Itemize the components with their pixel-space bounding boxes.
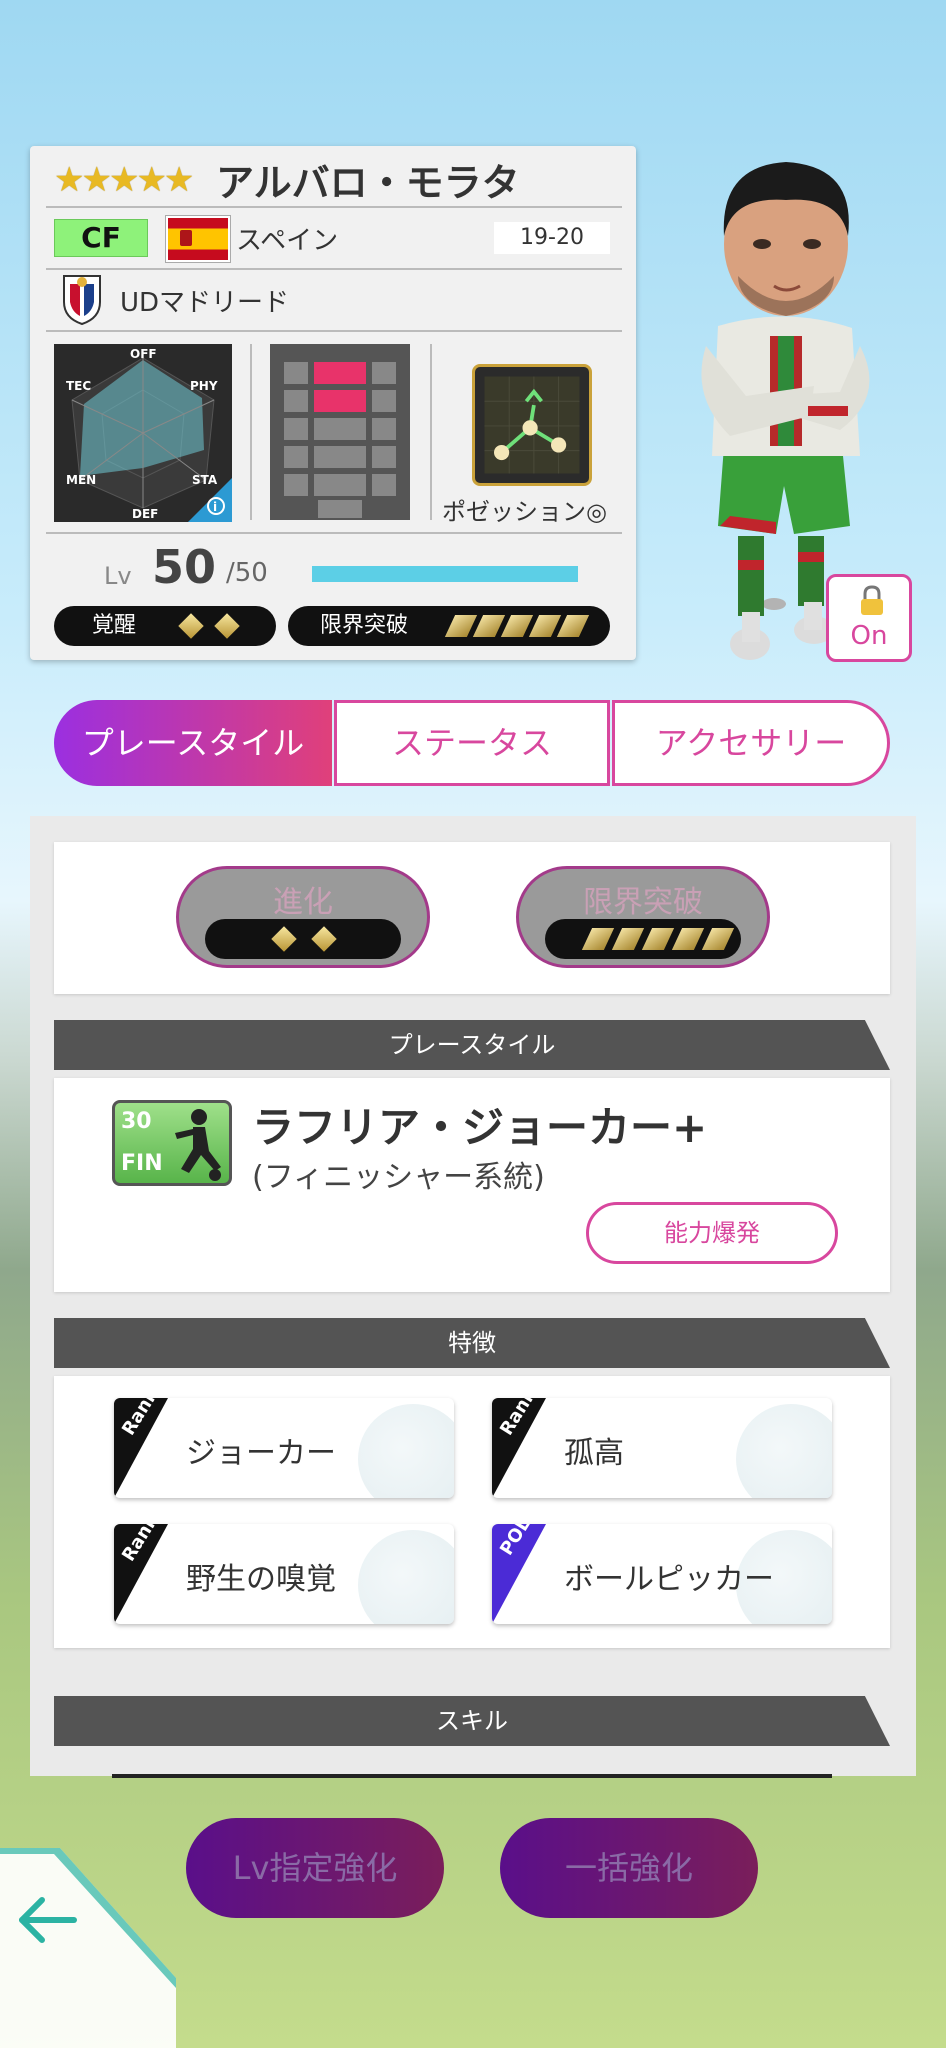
level-max: /50 — [226, 558, 268, 588]
lock-toggle[interactable]: On — [826, 574, 912, 662]
divider — [250, 344, 252, 520]
trait-card[interactable]: Rank S ジョーカー — [114, 1398, 454, 1498]
position-map — [270, 344, 410, 520]
divider — [430, 344, 432, 520]
awaken-pill: 覚醒 — [54, 606, 276, 646]
soccer-ball-icon — [358, 1530, 454, 1624]
divider — [46, 330, 622, 332]
limit-bar-icon — [611, 928, 645, 950]
evolve-label: 進化 — [273, 885, 333, 920]
limit-bar-icon — [528, 615, 562, 637]
limit-bar-icon — [444, 615, 478, 637]
section-header-traits: 特徴 — [54, 1318, 890, 1368]
section-header-skills: スキル — [54, 1696, 890, 1746]
evolve-button[interactable]: 進化 — [176, 866, 430, 968]
tab-playstyle[interactable]: プレースタイル — [54, 700, 332, 786]
trait-name: ジョーカー — [186, 1436, 336, 1471]
kicker-silhouette-icon — [175, 1109, 221, 1181]
spain-flag-icon — [166, 216, 230, 262]
tab-status[interactable]: ステータス — [334, 700, 610, 786]
limit-break-indicator — [545, 919, 741, 959]
level-label: Lv — [104, 562, 132, 590]
info-icon[interactable]: i — [213, 500, 217, 514]
trait-name: ボールピッカー — [564, 1562, 774, 1597]
level-progress-bar — [312, 566, 578, 582]
playstyle-lineage: (フィニッシャー系統) — [252, 1160, 545, 1195]
limit-break-button-label: 限界突破 — [583, 885, 703, 920]
divider — [46, 206, 622, 208]
awaken-label: 覚醒 — [92, 613, 137, 638]
limit-bar-icon — [701, 928, 735, 950]
radar-label-sta: STA — [192, 473, 218, 487]
skill-list-edge — [112, 1774, 832, 1778]
back-button[interactable] — [0, 1848, 176, 2048]
radar-label-off: OFF — [130, 347, 157, 361]
lock-icon — [861, 585, 883, 615]
team-crest-icon — [63, 275, 101, 326]
tab-accessory[interactable]: アクセサリー — [612, 700, 890, 786]
trait-card[interactable]: POL ボールピッカー — [492, 1524, 832, 1624]
position-badge: CF — [54, 219, 148, 257]
team-name: UDマドリード — [120, 288, 290, 318]
limit-bar-icon — [556, 615, 590, 637]
radar-label-def: DEF — [132, 507, 158, 521]
stat-radar-chart: OFF PHY STA DEF MEN TEC i — [54, 344, 232, 522]
soccer-ball-icon — [736, 1404, 832, 1498]
radar-label-men: MEN — [66, 473, 96, 487]
playstyle-possession-icon — [472, 364, 592, 486]
awaken-diamond-icon — [178, 613, 204, 639]
section-header-playstyle: プレースタイル — [54, 1020, 890, 1070]
limit-bar-icon — [581, 928, 615, 950]
radar-label-phy: PHY — [190, 379, 218, 393]
limit-bar-icon — [671, 928, 705, 950]
season-label: 19-20 — [494, 222, 610, 254]
trait-card[interactable]: Rank S 野生の嗅覚 — [114, 1524, 454, 1624]
finisher-icon: 30 FIN — [112, 1100, 232, 1186]
radar-label-tec: TEC — [66, 379, 91, 393]
lock-state-label: On — [850, 621, 888, 651]
limit-bar-icon — [472, 615, 506, 637]
divider — [46, 268, 622, 270]
limit-break-button[interactable]: 限界突破 — [516, 866, 770, 968]
playstyle-icon-number: 30 — [121, 1109, 152, 1134]
evolve-diamond-icon — [271, 926, 297, 952]
playstyle-name: ラフリア・ジョーカー+ — [252, 1103, 708, 1152]
playstyle-icon-code: FIN — [121, 1151, 163, 1176]
limit-bar-icon — [641, 928, 675, 950]
evolve-indicator — [205, 919, 401, 959]
evolve-diamond-icon — [311, 926, 337, 952]
ability-burst-button[interactable]: 能力爆発 — [586, 1202, 838, 1264]
rarity-stars: ★★★★★ — [54, 160, 194, 200]
awaken-diamond-icon — [214, 613, 240, 639]
level-value: 50 — [152, 540, 217, 594]
playstyle-short-label: ポゼッション◎ — [442, 498, 607, 526]
bulk-enhance-button[interactable]: 一括強化 — [500, 1818, 758, 1918]
limit-break-label: 限界突破 — [320, 613, 409, 638]
level-specified-enhance-button[interactable]: Lv指定強化 — [186, 1818, 444, 1918]
limit-bar-icon — [500, 615, 534, 637]
trait-name: 野生の嗅覚 — [186, 1562, 336, 1597]
divider — [46, 532, 622, 534]
soccer-ball-icon — [358, 1404, 454, 1498]
country-name: スペイン — [236, 226, 339, 256]
trait-card[interactable]: Rank S 孤高 — [492, 1398, 832, 1498]
trait-name: 孤高 — [564, 1436, 624, 1471]
player-name: アルバロ・モラタ — [216, 161, 520, 205]
limit-break-pill: 限界突破 — [288, 606, 610, 646]
